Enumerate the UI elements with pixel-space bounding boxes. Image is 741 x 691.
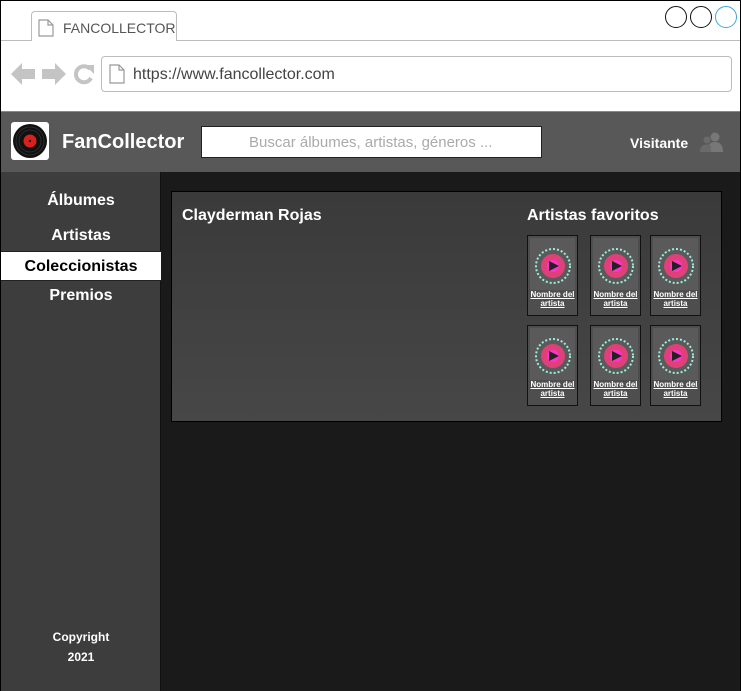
reload-icon[interactable] [72,63,95,90]
visitor-label[interactable]: Visitante [630,135,688,151]
artist-photo-icon [653,328,698,380]
back-arrow-icon[interactable] [11,63,36,90]
artist-name-link[interactable]: Nombre del artista [528,380,577,398]
artist-photo-icon [593,328,638,380]
artist-name-link[interactable]: Nombre del artista [651,290,700,308]
vinyl-record-logo-icon[interactable] [11,122,49,160]
sidebar-item-albumes[interactable]: Álbumes [1,186,161,216]
url-text: https://www.fancollector.com [133,66,335,83]
artist-name-link[interactable]: Nombre del artista [591,380,640,398]
sidebar-item-artistas[interactable]: Artistas [1,221,161,251]
artist-photo-icon [530,238,575,290]
sidebar-item-premios[interactable]: Premios [1,281,161,311]
artist-name-link[interactable]: Nombre del artista [528,290,577,308]
favorite-artist-card[interactable]: Nombre del artista [527,235,578,316]
artist-photo-icon [530,328,575,380]
favorite-artist-card[interactable]: Nombre del artista [650,325,701,406]
tab-bar: FANCOLLECTOR [1,1,740,42]
browser-tab[interactable]: FANCOLLECTOR [31,11,177,42]
collector-profile-panel: Clayderman Rojas Artistas favoritos Nomb… [171,191,722,422]
main-content: Clayderman Rojas Artistas favoritos Nomb… [161,172,740,691]
page-icon [38,19,54,42]
sidebar: Álbumes Artistas Coleccionistas Premios … [1,172,161,691]
favorite-artist-card[interactable]: Nombre del artista [650,235,701,316]
favorite-artist-card[interactable]: Nombre del artista [590,325,641,406]
forward-arrow-icon[interactable] [41,63,66,90]
browser-window: FANCOLLECTOR https://www.fancollector.co… [0,0,741,691]
collector-name: Clayderman Rojas [182,207,322,224]
copyright-notice: Copyright 2021 [1,627,161,667]
app-header: FanCollector Visitante [1,111,740,172]
artist-photo-icon [653,238,698,290]
address-bar-row: https://www.fancollector.com [1,41,740,111]
artist-name-link[interactable]: Nombre del artista [651,380,700,398]
tab-title: FANCOLLECTOR [63,20,176,36]
favorite-artists-title: Artistas favoritos [527,207,659,224]
url-field[interactable]: https://www.fancollector.com [101,56,732,92]
copyright-line: Copyright [52,630,110,644]
window-minimize-button[interactable] [665,6,687,28]
artist-photo-icon [593,238,638,290]
copyright-year: 2021 [67,650,95,664]
artist-name-link[interactable]: Nombre del artista [591,290,640,308]
page-icon [109,64,125,89]
search-input[interactable] [201,126,542,158]
users-icon[interactable] [700,131,724,158]
sidebar-item-coleccionistas[interactable]: Coleccionistas [1,251,161,281]
window-maximize-button[interactable] [690,6,712,28]
window-close-button[interactable] [715,6,737,28]
brand-name[interactable]: FanCollector [62,131,184,154]
favorite-artist-card[interactable]: Nombre del artista [590,235,641,316]
favorite-artist-card[interactable]: Nombre del artista [527,325,578,406]
